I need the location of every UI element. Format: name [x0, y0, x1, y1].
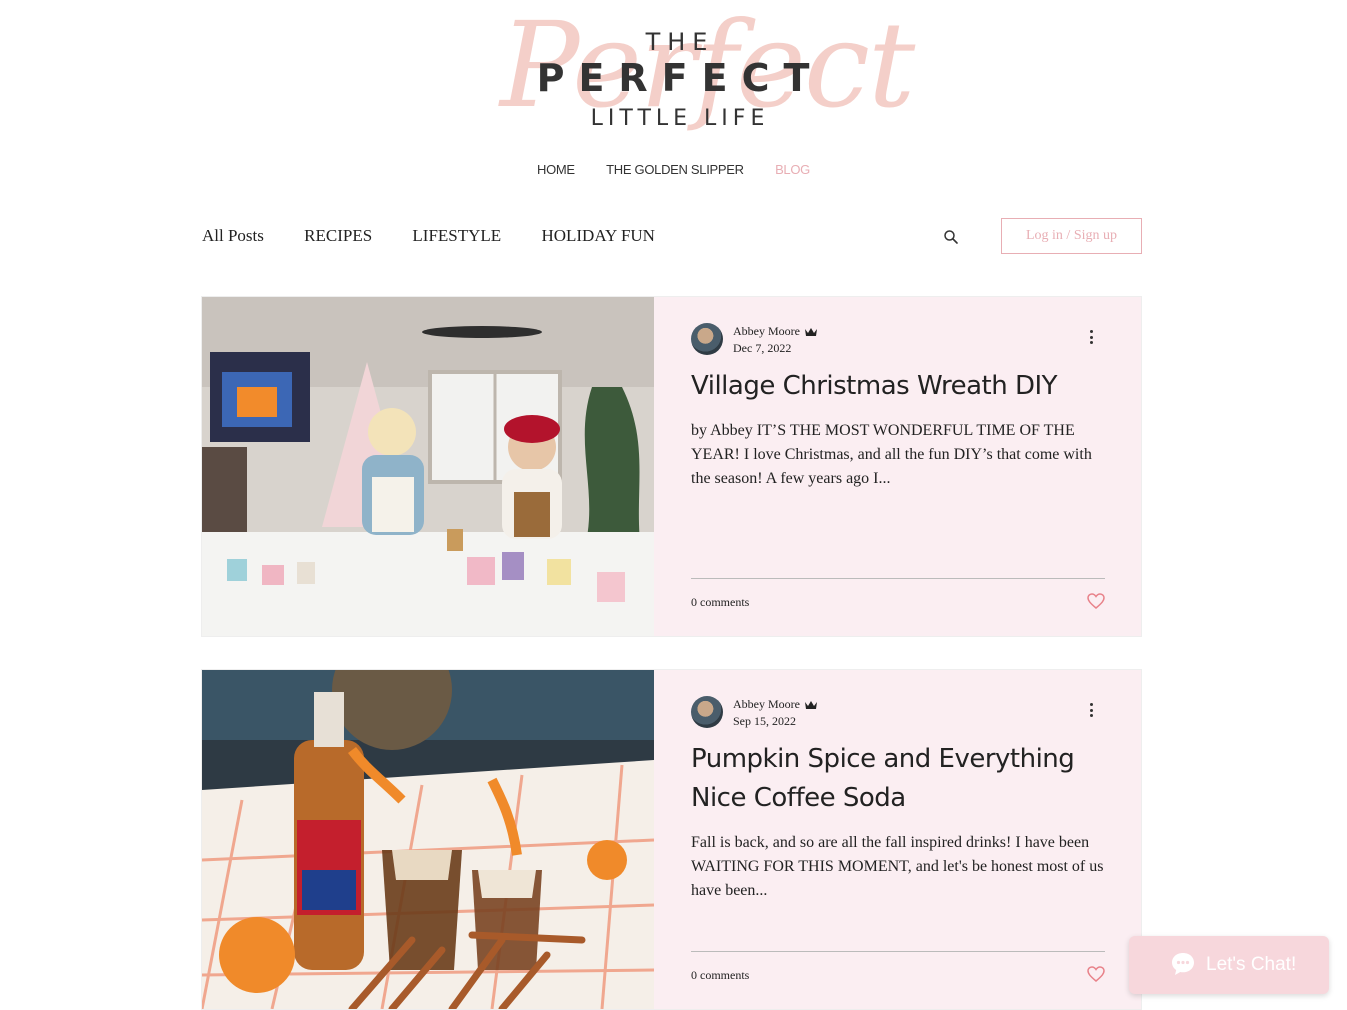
- main-navigation: HOME THE GOLDEN SLIPPER BLOG: [0, 162, 1347, 177]
- post-divider: [691, 951, 1105, 952]
- post-date: Dec 7, 2022: [733, 341, 792, 355]
- crown-icon: [804, 700, 817, 709]
- chat-widget-button[interactable]: Let's Chat!: [1129, 936, 1329, 994]
- author-line: Abbey Moore: [733, 324, 818, 339]
- post-card[interactable]: Abbey Moore Dec 7, 2022 Village Christma…: [201, 296, 1142, 637]
- comments-count[interactable]: 0 comments: [691, 595, 749, 610]
- more-options-icon[interactable]: [1087, 703, 1095, 719]
- chat-label: Let's Chat!: [1206, 954, 1297, 975]
- category-all-posts[interactable]: All Posts: [202, 226, 264, 245]
- category-recipes[interactable]: RECIPES: [304, 226, 372, 245]
- post-title[interactable]: Pumpkin Spice and Everything Nice Coffee…: [691, 740, 1105, 818]
- category-holiday-fun[interactable]: HOLIDAY FUN: [541, 226, 655, 245]
- post-body: Abbey Moore Sep 15, 2022 Pumpkin Spice a…: [691, 670, 1105, 1009]
- login-signup-button[interactable]: Log in / Sign up: [1001, 218, 1142, 254]
- post-excerpt[interactable]: by Abbey IT’S THE MOST WONDERFUL TIME OF…: [691, 419, 1105, 491]
- nav-blog[interactable]: BLOG: [775, 162, 810, 177]
- crown-icon: [804, 327, 817, 336]
- category-lifestyle[interactable]: LIFESTYLE: [412, 226, 501, 245]
- site-logo[interactable]: Perfect THE PERFECT LITTLE LIFE: [500, 0, 915, 150]
- post-title[interactable]: Village Christmas Wreath DIY: [691, 367, 1105, 406]
- post-date: Sep 15, 2022: [733, 714, 796, 728]
- chat-bubble-icon: [1172, 953, 1194, 975]
- logo-little-life-text: LITTLE LIFE: [590, 106, 770, 131]
- post-divider: [691, 578, 1105, 579]
- post-card[interactable]: Abbey Moore Sep 15, 2022 Pumpkin Spice a…: [201, 669, 1142, 1010]
- author-avatar[interactable]: [691, 323, 723, 355]
- logo-the-text: THE: [645, 28, 715, 56]
- nav-golden-slipper[interactable]: THE GOLDEN SLIPPER: [606, 162, 744, 177]
- category-navigation: All Posts RECIPES LIFESTYLE HOLIDAY FUN: [202, 226, 691, 246]
- author-name[interactable]: Abbey Moore: [733, 324, 800, 339]
- author-avatar[interactable]: [691, 696, 723, 728]
- nav-home[interactable]: HOME: [537, 162, 575, 177]
- post-body: Abbey Moore Dec 7, 2022 Village Christma…: [691, 297, 1105, 636]
- post-cover-image[interactable]: [202, 297, 654, 636]
- author-name[interactable]: Abbey Moore: [733, 697, 800, 712]
- post-excerpt[interactable]: Fall is back, and so are all the fall in…: [691, 831, 1105, 903]
- more-options-icon[interactable]: [1087, 330, 1095, 346]
- logo-perfect-text: PERFECT: [536, 56, 824, 100]
- comments-count[interactable]: 0 comments: [691, 968, 749, 983]
- heart-icon[interactable]: [1087, 593, 1105, 609]
- author-line: Abbey Moore: [733, 697, 818, 712]
- post-cover-image[interactable]: [202, 670, 654, 1009]
- search-icon[interactable]: [943, 229, 959, 245]
- heart-icon[interactable]: [1087, 966, 1105, 982]
